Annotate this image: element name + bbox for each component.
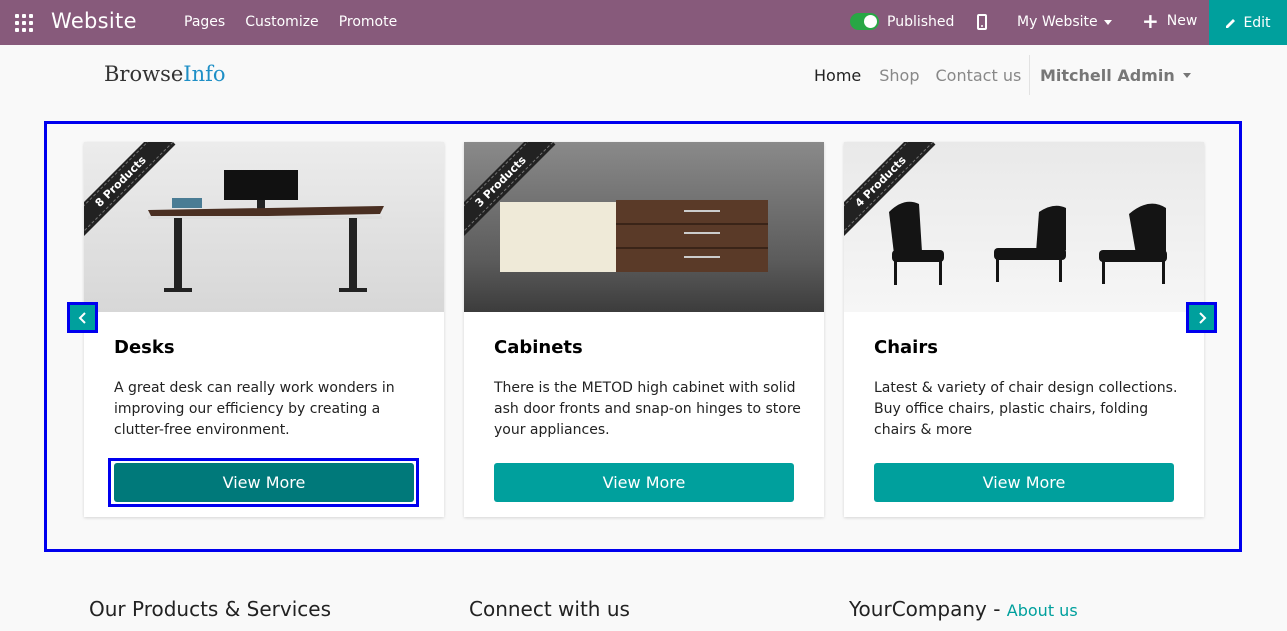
desk-image: 8 Products (84, 142, 444, 312)
menu-promote[interactable]: Promote (339, 14, 398, 30)
edit-label: Edit (1243, 14, 1271, 31)
card-title: Cabinets (494, 337, 583, 358)
company-separator: - (986, 597, 1007, 621)
card-description: Latest & variety of chair design collect… (874, 380, 1178, 438)
footer-heading-products: Our Products & Services (89, 597, 332, 621)
chevron-down-icon (1182, 73, 1191, 78)
footer-heading-connect: Connect with us (469, 597, 630, 621)
website-selector-label: My Website (1017, 14, 1098, 30)
carousel-prev-button[interactable] (67, 302, 98, 333)
mobile-preview-icon[interactable] (977, 14, 987, 30)
new-label: New (1166, 13, 1198, 29)
category-card-cabinets: 3 Products Cabinets There is the METOD h… (464, 142, 824, 517)
plus-icon: + (1142, 9, 1159, 33)
cabinet-image: 3 Products (464, 142, 824, 312)
nav-divider (1029, 55, 1030, 95)
menu-customize[interactable]: Customize (245, 14, 319, 30)
logo-text-info: Info (183, 62, 226, 86)
toggle-switch-icon[interactable] (850, 13, 879, 30)
top-menu: Pages Customize Promote (184, 14, 397, 30)
about-us-link[interactable]: About us (1007, 601, 1078, 620)
edit-button[interactable]: Edit (1209, 0, 1287, 45)
footer-heading-company: YourCompany - About us (849, 597, 1078, 621)
nav-home[interactable]: Home (814, 66, 861, 85)
site-nav: Home Shop Contact us (814, 66, 1021, 85)
menu-pages[interactable]: Pages (184, 14, 225, 30)
pencil-icon (1226, 18, 1236, 28)
chevron-left-icon (78, 311, 86, 324)
chevron-right-icon (1198, 311, 1206, 324)
focused-button-outline (108, 458, 419, 507)
view-more-button-chairs[interactable]: View More (874, 463, 1174, 502)
site-logo[interactable]: BrowseInfo (104, 62, 226, 86)
nav-shop[interactable]: Shop (879, 66, 919, 85)
category-card-chairs: 4 Products Chairs Latest & variety of ch… (844, 142, 1204, 517)
published-label: Published (887, 13, 955, 30)
chairs-image: 4 Products (844, 142, 1204, 312)
card-description: A great desk can really work wonders in … (114, 380, 395, 438)
card-description: There is the METOD high cabinet with sol… (494, 380, 801, 438)
website-selector[interactable]: My Website (1017, 14, 1112, 30)
carousel-next-button[interactable] (1186, 302, 1217, 333)
view-more-button-cabinets[interactable]: View More (494, 463, 794, 502)
card-title: Desks (114, 337, 175, 358)
user-menu[interactable]: Mitchell Admin (1040, 66, 1191, 85)
card-title: Chairs (874, 337, 938, 358)
chevron-down-icon (1103, 19, 1112, 25)
user-name: Mitchell Admin (1040, 66, 1175, 85)
new-button[interactable]: + New (1142, 9, 1198, 33)
nav-contact[interactable]: Contact us (936, 66, 1022, 85)
logo-text-browse: Browse (104, 62, 184, 86)
apps-grid-icon[interactable] (15, 14, 33, 32)
app-title: Website (51, 9, 137, 33)
company-name: YourCompany (849, 597, 987, 621)
published-toggle[interactable]: Published (850, 13, 954, 30)
admin-topbar: Website Pages Customize Promote Publishe… (0, 0, 1287, 45)
